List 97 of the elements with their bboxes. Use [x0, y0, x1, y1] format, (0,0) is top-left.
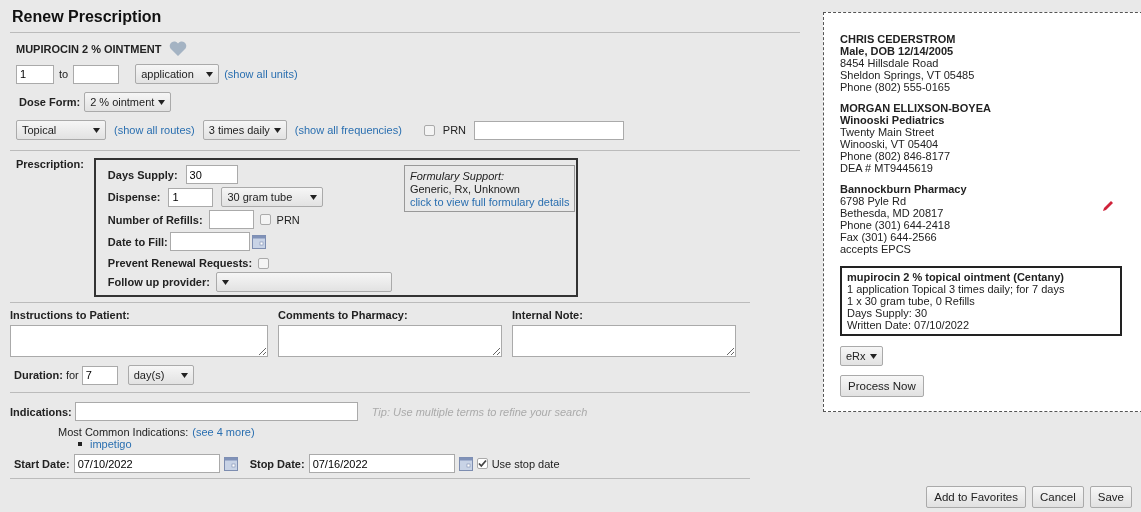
action-button[interactable]: Add to Favorites	[926, 486, 1026, 508]
formulary-title: Formulary Support:	[409, 170, 506, 183]
indications-field[interactable]	[74, 402, 358, 421]
patient-info: Sheldon Springs, VT 05485	[840, 69, 975, 81]
caret-icon	[221, 279, 229, 285]
action-button[interactable]: Save	[1089, 486, 1132, 508]
rx-detail: 1 x 30 gram tube, 0 Refills	[847, 295, 976, 307]
note-field[interactable]	[512, 325, 736, 357]
pharmacy-info: Phone (301) 644-2418	[840, 219, 951, 231]
show-routes-link[interactable]: (show all routes)	[114, 124, 195, 136]
note-label: Comments to Pharmacy:	[278, 309, 409, 321]
dispense-field[interactable]: 1	[168, 187, 214, 207]
pharmacy-info: Bethesda, MD 20817	[840, 207, 944, 219]
note-label: Internal Note:	[512, 309, 584, 321]
dispense-label: Dispense:	[107, 191, 161, 203]
bullet-icon	[78, 442, 82, 446]
date-to-fill-label: Date to Fill:	[107, 235, 168, 248]
patient-name: CHRIS CEDERSTROM	[840, 33, 956, 45]
prescriber-name: MORGAN ELLIXSON-BOYEA	[840, 102, 991, 114]
formulary-status: Generic, Rx, Unknown	[409, 183, 521, 196]
show-frequencies-link[interactable]: (show all frequencies)	[294, 124, 402, 136]
practice-name: Winooski Pediatrics	[840, 114, 945, 126]
prn-label: PRN	[442, 124, 467, 136]
to-label: to	[59, 68, 69, 80]
follow-up-label: Follow up provider:	[107, 276, 210, 288]
stop-date-field[interactable]: 07/16/2022	[308, 454, 455, 473]
rx-title: mupirocin 2 % topical ointment (Centany)	[847, 271, 1065, 283]
dose-form-label: Dose Form:	[19, 96, 81, 108]
days-supply-field[interactable]: 30	[185, 165, 238, 184]
pencil-icon[interactable]	[1102, 200, 1114, 212]
page-title: Renew Prescription	[12, 8, 163, 26]
indication-link[interactable]: impetigo	[90, 438, 132, 450]
pharmacy-info: accepts EPCS	[840, 243, 911, 255]
caret-icon	[158, 99, 166, 105]
heart-icon[interactable]	[169, 41, 188, 56]
stop-date-label: Stop Date:	[249, 457, 305, 470]
prevent-renewal-label: Prevent Renewal Requests:	[107, 257, 253, 269]
prescriber-info: Twenty Main Street	[840, 126, 935, 138]
rx-detail: Written Date: 07/10/2022	[847, 319, 971, 331]
process-now-button[interactable]: Process Now	[840, 375, 924, 397]
duration-unit-select[interactable]: day(s)	[127, 365, 194, 385]
prn-field[interactable]	[474, 120, 625, 140]
note-field[interactable]	[10, 325, 268, 357]
duration-field[interactable]: 7	[81, 365, 118, 385]
patient-info: 8454 Hillsdale Road	[840, 57, 939, 69]
caret-icon	[310, 194, 318, 200]
checkbox[interactable]	[476, 458, 488, 469]
start-date-label: Start Date:	[14, 457, 70, 470]
provider-select[interactable]	[215, 272, 392, 292]
dose-form-select[interactable]: 2 % ointment	[84, 92, 172, 112]
see-more-link[interactable]: (see 4 more)	[192, 426, 255, 438]
route-select[interactable]: Topical	[16, 120, 106, 140]
rx-detail: Days Supply: 30	[847, 307, 929, 319]
note-field[interactable]	[278, 325, 502, 357]
drug-name: MUPIROCIN 2 % OINTMENT	[16, 42, 162, 55]
rx-detail: 1 application Topical 3 times daily; for 7 days	[847, 283, 1066, 295]
dose-to-field[interactable]	[73, 64, 120, 84]
prescriber-info: DEA # MT9445619	[840, 162, 933, 174]
prescription-label: Prescription:	[16, 158, 84, 170]
unit-select[interactable]: application	[135, 64, 220, 84]
pharmacy-info: Fax (301) 644-2566	[840, 231, 937, 243]
duration-label: Duration:	[14, 369, 63, 381]
formulary-link[interactable]: click to view full formulary details	[409, 196, 570, 209]
for-label: for	[65, 369, 79, 381]
caret-icon	[93, 127, 100, 133]
caret-icon	[180, 372, 188, 378]
refills-field[interactable]	[208, 210, 254, 229]
patient-details: Male, DOB 12/14/2005	[840, 45, 954, 57]
package-select[interactable]: 30 gram tube	[221, 187, 324, 207]
checkbox[interactable]	[423, 124, 435, 136]
caret-icon	[273, 127, 281, 133]
pharmacy-info: 6798 Pyle Rd	[840, 195, 907, 207]
prescriber-info: Winooski, VT 05404	[840, 138, 939, 150]
calendar-icon[interactable]	[223, 456, 238, 471]
common-indications-label: Most Common Indications:	[58, 426, 189, 438]
patient-info: Phone (802) 555-0165	[840, 81, 951, 93]
caret-icon	[206, 71, 214, 77]
caret-icon	[869, 353, 877, 359]
calendar-icon[interactable]	[251, 234, 266, 249]
dose-from-field[interactable]: 1	[16, 64, 54, 84]
search-tip: Tip: Use multiple terms to refine your search	[371, 405, 588, 418]
action-button[interactable]: Cancel	[1031, 486, 1084, 508]
indications-label: Indications:	[10, 405, 72, 418]
refills-label: Number of Refills:	[107, 213, 203, 226]
frequency-select[interactable]: 3 times daily	[202, 120, 287, 140]
show-units-link[interactable]: (show all units)	[224, 68, 298, 80]
prescriber-info: Phone (802) 846-8177	[840, 150, 951, 162]
date-to-fill-field[interactable]	[169, 232, 250, 251]
use-stop-date-label: Use stop date	[491, 457, 560, 470]
days-supply-label: Days Supply:	[107, 168, 178, 181]
note-label: Instructions to Patient:	[10, 309, 131, 321]
method-select[interactable]: eRx	[840, 346, 883, 366]
start-date-field[interactable]: 07/10/2022	[73, 454, 220, 473]
pharmacy-name: Bannockburn Pharmacy	[840, 183, 967, 195]
checkbox[interactable]	[258, 257, 270, 269]
prn-label: PRN	[276, 213, 300, 226]
checkbox[interactable]	[259, 214, 271, 225]
